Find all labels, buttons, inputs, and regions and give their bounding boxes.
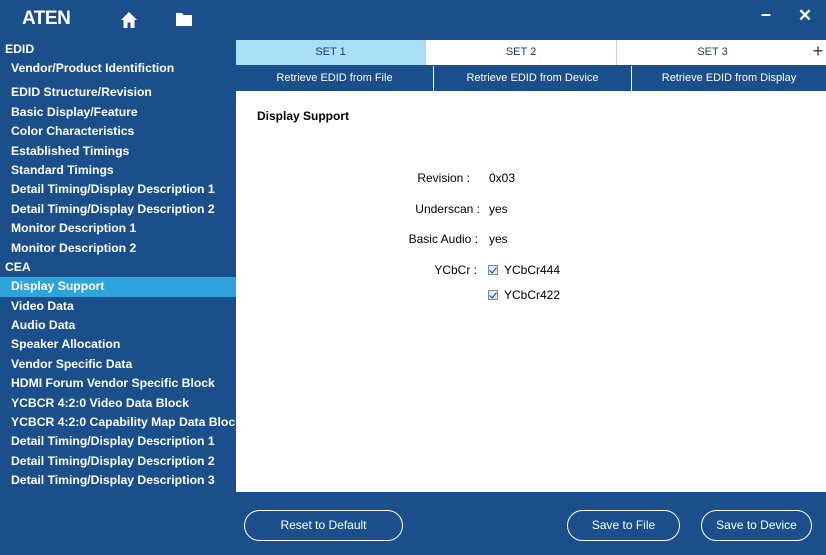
ycbcr422-checkbox[interactable] xyxy=(488,290,498,300)
ycbcr-label: YCbCr : xyxy=(434,263,477,277)
ycbcr422-checkbox-row[interactable]: YCbCr422 xyxy=(488,288,560,302)
folder-icon[interactable] xyxy=(175,10,193,28)
save-to-device-button[interactable]: Save to Device xyxy=(701,510,812,541)
close-button[interactable]: ✕ xyxy=(793,6,817,32)
sidebar-item[interactable]: Detail Timing/Display Description 2 xyxy=(0,452,236,471)
revision-label: Revision : xyxy=(417,171,470,185)
sidebar-item[interactable]: Detail Timing/Display Description 1 xyxy=(0,180,236,199)
sidebar-item[interactable]: YCBCR 4:2:0 Capability Map Data Block xyxy=(0,413,236,432)
sidebar-item[interactable]: Standard Timings xyxy=(0,161,236,180)
reset-to-default-button[interactable]: Reset to Default xyxy=(244,510,403,541)
sidebar-item[interactable]: Monitor Description 1 xyxy=(0,219,236,238)
retrieve-from-display-button[interactable]: Retrieve EDID from Display xyxy=(632,66,826,91)
ycbcr444-label: YCbCr444 xyxy=(504,263,561,277)
ycbcr422-label: YCbCr422 xyxy=(504,288,561,302)
sidebar-item[interactable]: HDMI Forum Vendor Specific Block xyxy=(0,374,236,393)
retrieve-toolbar: Retrieve EDID from File Retrieve EDID fr… xyxy=(236,66,826,91)
section-title: Display Support xyxy=(257,109,350,123)
sidebar-item[interactable]: EDID Structure/Revision xyxy=(0,83,236,102)
sidebar-item[interactable]: Display Support xyxy=(0,277,236,297)
retrieve-from-file-button[interactable]: Retrieve EDID from File xyxy=(236,66,434,91)
sidebar-item[interactable]: Audio Data xyxy=(0,316,236,335)
retrieve-from-device-button[interactable]: Retrieve EDID from Device xyxy=(434,66,632,91)
set-tabs: SET 1 SET 2 SET 3 + xyxy=(236,40,826,65)
minimize-button[interactable]: – xyxy=(754,4,778,30)
home-icon[interactable] xyxy=(119,10,139,30)
sidebar-item[interactable]: Basic Display/Feature xyxy=(0,103,236,122)
sidebar-section-header[interactable]: CEA xyxy=(0,258,236,277)
ycbcr444-checkbox-row[interactable]: YCbCr444 xyxy=(488,263,560,277)
content-panel: Display Support Revision : 0x03 Undersca… xyxy=(236,91,826,492)
ycbcr444-checkbox[interactable] xyxy=(488,265,498,275)
title-bar: ATEN – ✕ xyxy=(0,0,826,40)
revision-value: 0x03 xyxy=(489,171,516,185)
underscan-value: yes xyxy=(489,202,508,216)
tab-set-2[interactable]: SET 2 xyxy=(426,40,617,65)
sidebar-item[interactable]: Color Characteristics xyxy=(0,122,236,141)
sidebar-item[interactable]: Speaker Allocation xyxy=(0,335,236,354)
sidebar-item[interactable]: Vendor/Product Identifiction xyxy=(0,59,236,83)
save-to-file-button[interactable]: Save to File xyxy=(567,510,680,541)
sidebar: EDID Vendor/Product Identifiction EDID Str… xyxy=(0,40,236,492)
underscan-label: Underscan : xyxy=(415,202,480,216)
footer-bar: Reset to Default Save to File Save to De… xyxy=(0,492,826,555)
sidebar-item[interactable]: Detail Timing/Display Description 2 xyxy=(0,200,236,219)
tab-set-1[interactable]: SET 1 xyxy=(236,40,426,65)
basic-audio-value: yes xyxy=(489,232,508,246)
sidebar-item[interactable]: YCBCR 4:2:0 Video Data Block xyxy=(0,394,236,413)
basic-audio-label: Basic Audio : xyxy=(408,232,478,246)
tab-set-3[interactable]: SET 3 xyxy=(617,40,808,65)
sidebar-item[interactable]: Video Data xyxy=(0,297,236,316)
aten-logo: ATEN xyxy=(22,8,71,29)
sidebar-item[interactable]: Detail Timing/Display Description 3 xyxy=(0,471,236,490)
sidebar-item[interactable]: Detail Timing/Display Description 1 xyxy=(0,432,236,451)
add-set-button[interactable]: + xyxy=(810,40,826,65)
sidebar-item[interactable]: Established Timings xyxy=(0,142,236,161)
sidebar-item[interactable]: Monitor Description 2 xyxy=(0,239,236,258)
sidebar-item[interactable]: Vendor Specific Data xyxy=(0,355,236,374)
sidebar-section-header[interactable]: EDID xyxy=(0,40,236,59)
